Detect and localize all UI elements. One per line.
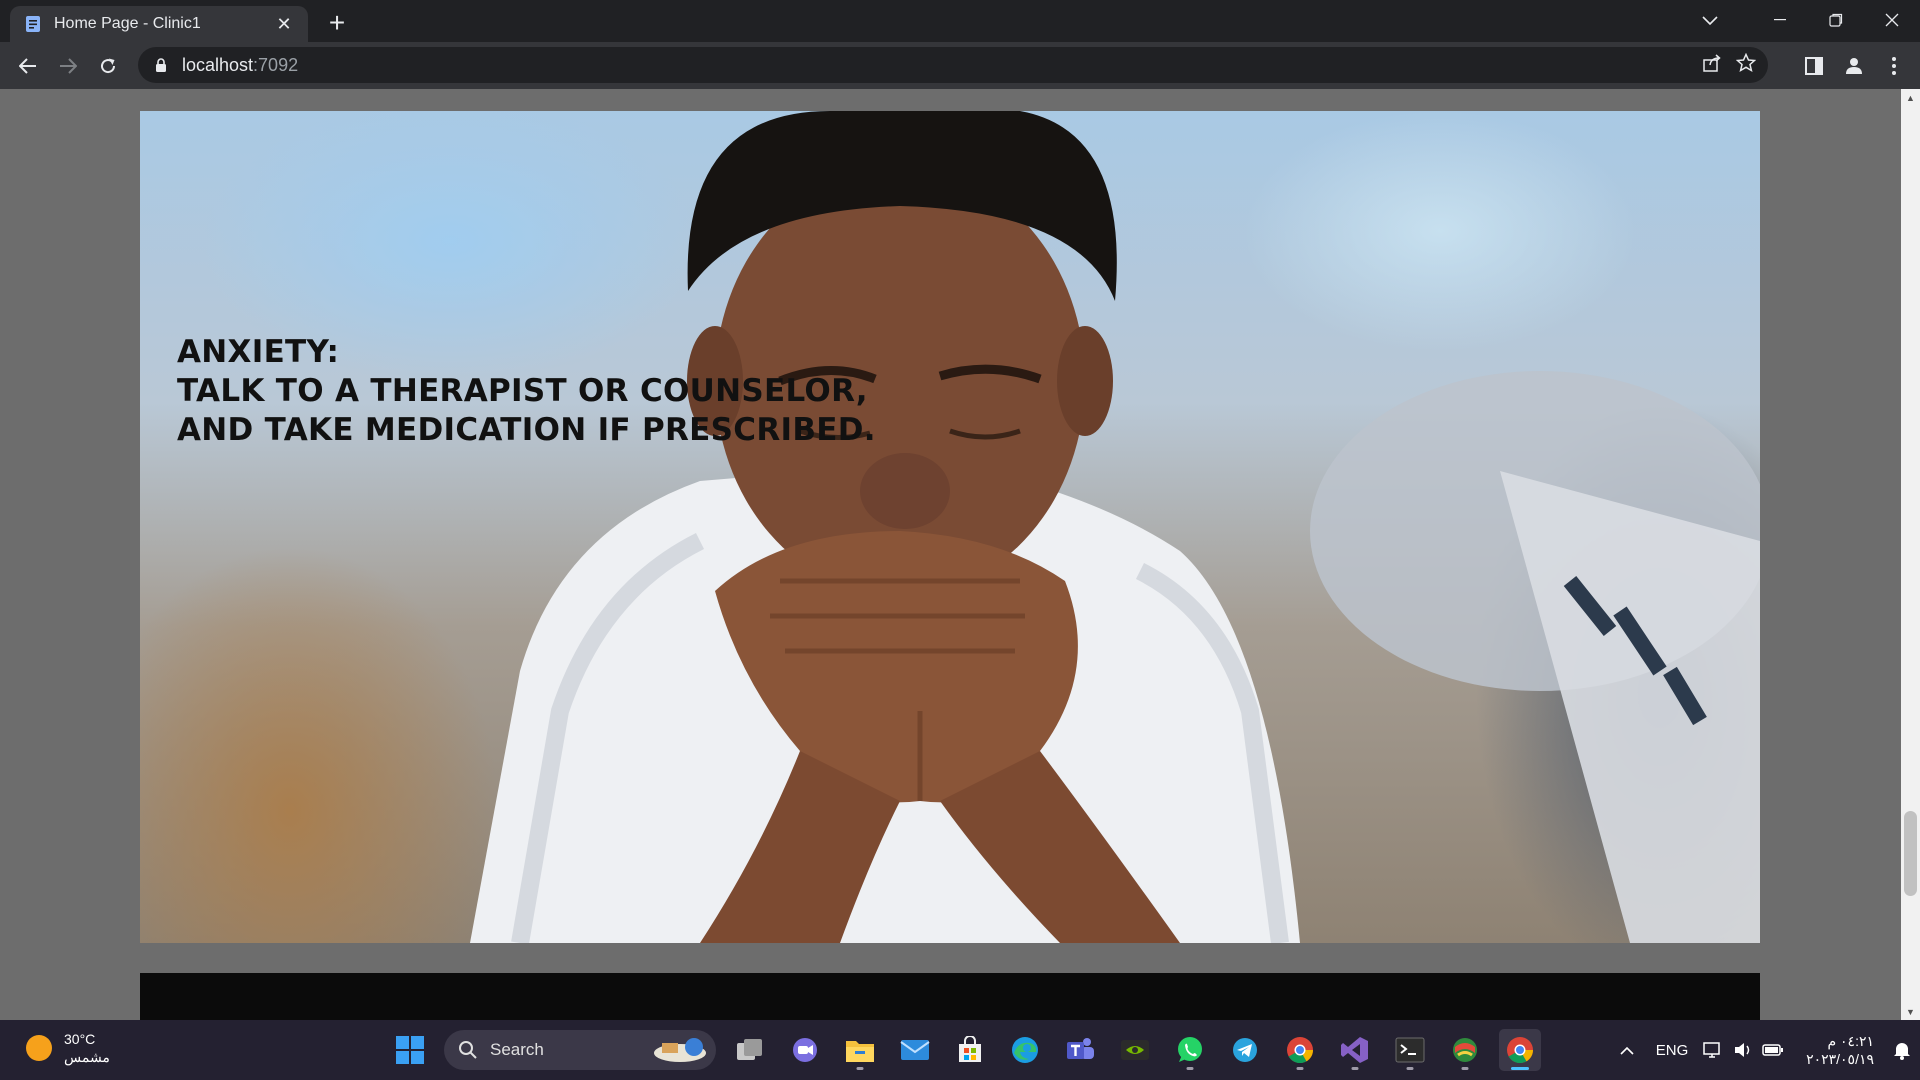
language-indicator[interactable]: ENG [1646,1042,1698,1059]
terminal-icon[interactable] [1389,1029,1431,1071]
search-highlight-icon [654,1038,706,1062]
windows-taskbar: 30°C مشمس Search ENG ٠٤:٢١ م ٢٠٢٣/٠٥/١٩ [0,1020,1920,1080]
chrome-active-icon[interactable] [1499,1029,1541,1071]
search-label: Search [490,1040,544,1059]
page-favicon-icon [24,15,42,33]
system-tray: ENG ٠٤:٢١ م ٢٠٢٣/٠٥/١٩ [1608,1020,1920,1080]
chat-icon[interactable] [784,1029,826,1071]
hero-heading: ANXIETY: TALK TO A THERAPIST OR COUNSELO… [177,333,876,450]
chrome-icon[interactable] [1279,1029,1321,1071]
app-icon[interactable] [1444,1029,1486,1071]
side-panel-icon[interactable] [1798,50,1830,82]
scrollbar-thumb[interactable] [1904,811,1917,896]
next-section-banner [140,973,1760,1020]
taskbar-search[interactable]: Search [444,1030,716,1070]
lock-icon[interactable] [152,56,170,74]
clock-date: ٢٠٢٣/٠٥/١٩ [1806,1051,1874,1067]
url-host: localhost [182,54,254,75]
weather-widget[interactable]: 30°C مشمس [26,1030,110,1066]
telegram-icon[interactable] [1224,1029,1266,1071]
edge-icon[interactable] [1004,1029,1046,1071]
bookmark-star-icon[interactable] [1735,52,1757,78]
hero-line-1: ANXIETY: [177,334,340,370]
restore-button[interactable] [1808,0,1864,40]
menu-kebab-icon[interactable] [1878,50,1910,82]
store-icon[interactable] [949,1029,991,1071]
start-icon[interactable] [389,1029,431,1071]
search-icon [459,1041,477,1059]
file-explorer-icon[interactable] [839,1029,881,1071]
battery-icon[interactable] [1758,1043,1788,1057]
teams-icon[interactable] [1059,1029,1101,1071]
share-icon[interactable] [1702,53,1722,78]
network-icon[interactable] [1698,1041,1728,1059]
forward-arrow-icon[interactable] [52,50,84,82]
tab-search-chevron-icon[interactable] [1692,6,1728,36]
vertical-scrollbar[interactable]: ▲ ▼ [1901,89,1920,1020]
url-port: :7092 [253,54,299,75]
hero-line-3: AND TAKE MEDICATION IF PRESCRIBED. [177,412,876,448]
weather-desc: مشمس [64,1049,110,1065]
scroll-up-arrow-icon[interactable]: ▲ [1901,89,1920,106]
tab-close-icon[interactable]: ✕ [272,12,296,36]
sun-icon [26,1035,52,1061]
back-arrow-icon[interactable] [12,50,44,82]
browser-tabstrip: Home Page - Clinic1 ✕ + [0,0,1920,42]
nvidia-icon[interactable] [1114,1029,1156,1071]
new-tab-button[interactable]: + [322,7,352,38]
minimize-button[interactable] [1752,0,1808,40]
page-viewport: ANXIETY: TALK TO A THERAPIST OR COUNSELO… [0,89,1920,1020]
close-window-button[interactable] [1864,0,1920,40]
hero-photo-person [470,111,1760,943]
show-hidden-icons-chevron-icon[interactable] [1608,1046,1646,1055]
taskbar-clock[interactable]: ٠٤:٢١ م ٢٠٢٣/٠٥/١٩ [1806,1032,1874,1068]
hero-banner: ANXIETY: TALK TO A THERAPIST OR COUNSELO… [140,111,1760,943]
profile-icon[interactable] [1838,50,1870,82]
visual-studio-icon[interactable] [1334,1029,1376,1071]
address-bar[interactable]: localhost:7092 [138,47,1768,83]
scroll-down-arrow-icon[interactable]: ▼ [1901,1003,1920,1020]
whatsapp-icon[interactable] [1169,1029,1211,1071]
mail-icon[interactable] [894,1029,936,1071]
browser-tab-active[interactable]: Home Page - Clinic1 ✕ [10,6,308,42]
weather-temp: 30°C [64,1031,96,1047]
tab-title: Home Page - Clinic1 [54,15,201,32]
clock-time: ٠٤:٢١ م [1827,1033,1874,1049]
hero-line-2: TALK TO A THERAPIST OR COUNSELOR, [177,373,868,409]
volume-icon[interactable] [1728,1041,1758,1059]
notification-bell-icon[interactable] [1884,1040,1920,1060]
task-view-icon[interactable] [729,1029,771,1071]
browser-toolbar: localhost:7092 [0,42,1920,89]
reload-icon[interactable] [92,50,124,82]
